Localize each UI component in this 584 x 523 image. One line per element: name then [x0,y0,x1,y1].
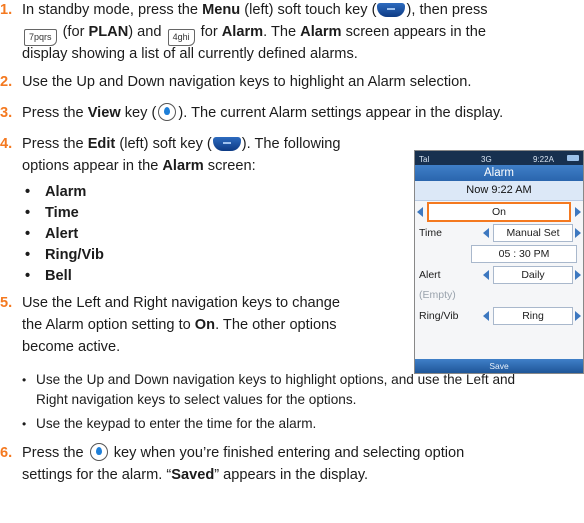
step-number: 4. [0,136,13,152]
alarm-onoff-row[interactable]: On [415,202,583,222]
left-arrow-icon[interactable] [483,228,489,238]
time-mode-value[interactable]: Manual Set [493,224,573,242]
time-value-row[interactable]: 05 : 30 PM [415,244,583,264]
step-number: 2. [0,74,13,90]
left-soft-key-icon [212,137,241,151]
step-text-line: options appear in the Alarm screen: [22,158,256,174]
ok-key-icon [158,103,177,121]
right-arrow-icon[interactable] [575,228,581,238]
step-text-line: Press the View key (). The current Alarm… [22,103,504,121]
step-text-line: Use the Up and Down navigation keys to h… [22,74,472,90]
ringvib-label: Ring/Vib [419,310,459,322]
step-text-line: display showing a list of all currently … [22,46,358,62]
step-number: 6. [0,445,13,461]
phone-screen-title: Alarm [415,165,583,181]
ringvib-value[interactable]: Ring [493,307,573,325]
step-text-line: the Alarm option setting to On. The othe… [22,317,337,333]
step-text-line: In standby mode, press the Menu (left) s… [22,2,488,18]
save-softkey[interactable]: Save [415,359,583,373]
phone-alarm-screenshot: Tal 3G 9:22A Alarm Now 9:22 AM On Time M… [414,150,584,374]
step-text-line: become active. [22,339,121,355]
step-number: 5. [0,295,13,311]
ok-key-icon [89,443,108,461]
step-number: 3. [0,105,13,121]
step-text-line: Press the Edit (left) soft key (). The f… [22,136,341,152]
empty-row: (Empty) [419,289,456,301]
sub-bullet-continuation: Right navigation keys to select values f… [36,392,357,407]
step-number: 1. [0,2,13,18]
alarm-onoff-value[interactable]: On [427,202,571,222]
step-text-line: settings for the alarm. “Saved” appears … [22,467,369,483]
alert-label: Alert [419,269,441,281]
left-arrow-icon[interactable] [483,270,489,280]
left-arrow-icon[interactable] [417,207,423,217]
step-text-line: 7pqrs (for PLAN) and 4ghi for Alarm. The… [22,22,486,46]
battery-icon [567,155,579,161]
sub-bullet: • Use the keypad to enter the time for th… [22,416,317,431]
time-label: Time [419,227,442,239]
signal-icon: Tal [419,155,430,164]
left-soft-key-icon [377,3,406,17]
left-arrow-icon[interactable] [483,311,489,321]
ringvib-row[interactable]: Ring/Vib Ring [415,306,583,326]
alert-value[interactable]: Daily [493,266,573,284]
network-indicator: 3G [481,155,492,164]
status-time: 9:22A [533,155,554,164]
alert-row[interactable]: Alert Daily [415,265,583,285]
step-text-line: Press the key when you’re finished enter… [22,443,465,461]
phone-status-bar: Tal 3G 9:22A [415,151,583,165]
step-text-line: Use the Left and Right navigation keys t… [22,295,341,311]
right-arrow-icon[interactable] [575,311,581,321]
time-value-field[interactable]: 05 : 30 PM [471,245,577,263]
right-arrow-icon[interactable] [575,270,581,280]
time-row[interactable]: Time Manual Set [415,223,583,243]
phone-current-time: Now 9:22 AM [415,181,583,201]
right-arrow-icon[interactable] [575,207,581,217]
